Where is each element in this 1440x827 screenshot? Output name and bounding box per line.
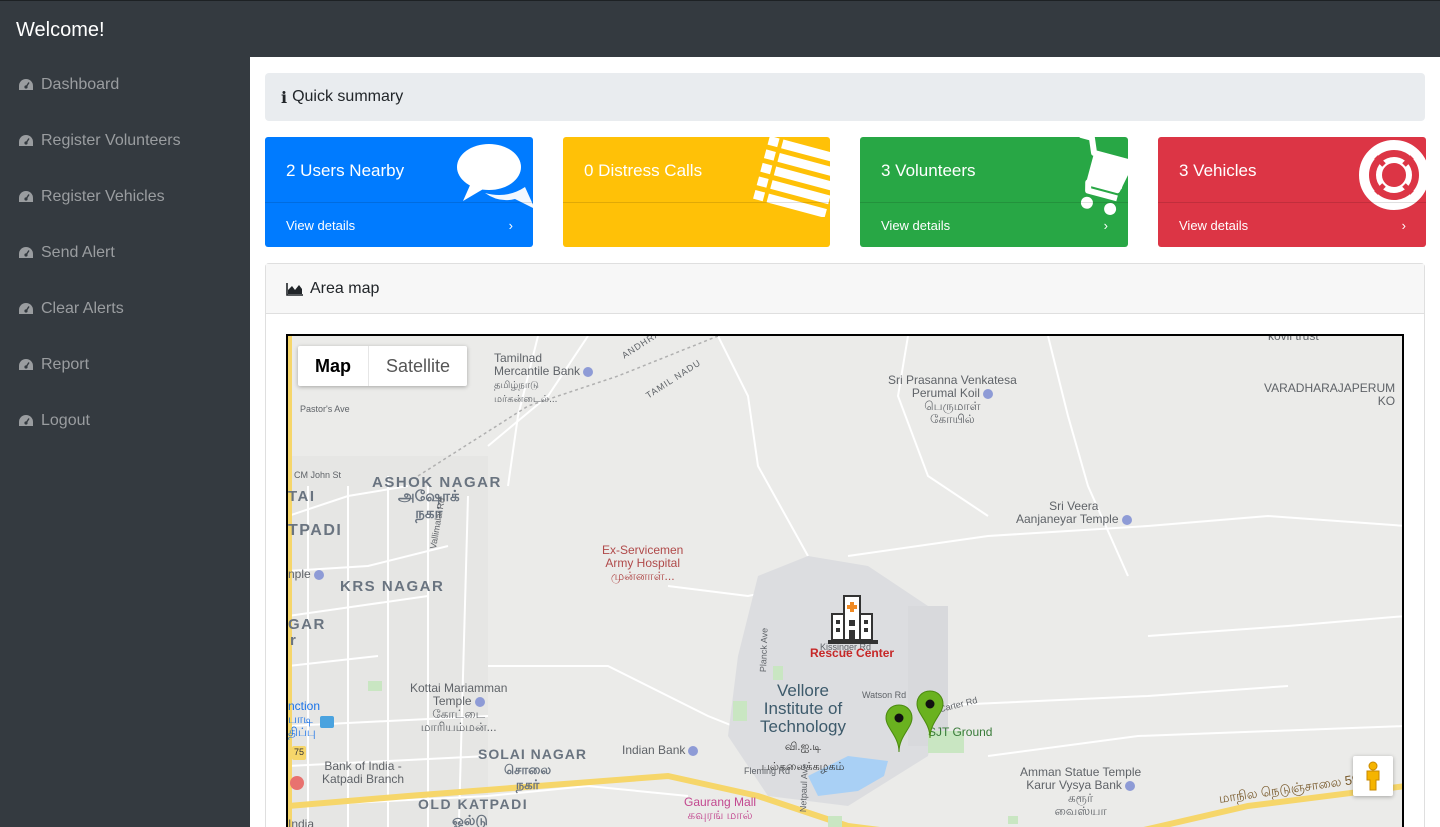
map-label-junction: nction பாடி திப்பு <box>288 699 321 739</box>
sidebar-item-label: Dashboard <box>41 76 120 93</box>
area-chart-icon <box>286 282 303 296</box>
sidebar-item-label: Send Alert <box>41 244 115 261</box>
map-label-solai-nagar: SOLAI NAGAR <box>478 746 587 762</box>
map-pin-marker[interactable] <box>885 704 913 754</box>
google-map[interactable]: Tamilnad Mercantile Bank தமிழ்நாடு மர்கன்டை… <box>286 334 1404 827</box>
chevron-right-icon: › <box>1103 217 1108 233</box>
volunteers-title: 3 Volunteers <box>881 161 976 180</box>
vehicles-view-details[interactable]: View details › <box>1158 202 1426 247</box>
map-label-solai-nagar-ta: சொலை நகர் <box>504 762 552 792</box>
sidebar-item-label: Register Vehicles <box>41 188 165 205</box>
map-label-cm-john-st: CM John St <box>294 470 342 480</box>
map-label-vit: Vellore Institute of Technology வி.ஐ.டி பல்க… <box>760 681 847 774</box>
map-label-old-katpadi: OLD KATPADI <box>418 796 529 812</box>
view-details-label: View details <box>286 217 356 233</box>
tachometer-icon <box>19 247 33 258</box>
map-label-nple: nple <box>288 568 324 581</box>
map-label-tpadi: TPADI <box>288 522 343 539</box>
map-label-ashok-nagar-ta: அஷோக் நகர் <box>398 488 460 522</box>
top-navbar: Welcome! <box>0 0 1440 57</box>
rescue-center-label: Rescue Center <box>810 646 895 660</box>
volunteers-card: 3 Volunteers View details › <box>860 137 1128 247</box>
map-pin-marker[interactable] <box>916 690 944 740</box>
map-label-r: r <box>290 632 298 649</box>
sidebar-item-dashboard[interactable]: Dashboard <box>18 73 119 97</box>
vehicles-title: 3 Vehicles <box>1179 161 1257 180</box>
map-label-tmb: Tamilnad Mercantile Bank தமிழ்நாடு மர்கன்டை… <box>494 352 594 406</box>
navbar-brand[interactable]: Welcome! <box>16 19 105 42</box>
map-type-satellite-button[interactable]: Satellite <box>368 346 467 386</box>
info-icon: i <box>281 87 288 107</box>
map-label-route-75: 75 <box>294 747 305 757</box>
sidebar-item-send-alert[interactable]: Send Alert <box>18 241 115 265</box>
sidebar-item-register-volunteers[interactable]: Register Volunteers <box>18 129 181 153</box>
area-map-header: Area map <box>266 264 1424 314</box>
map-label-amman-statue: Amman Statue Temple Karur Vysya Bank கரூர்… <box>1020 765 1142 818</box>
chevron-right-icon: › <box>1401 217 1406 233</box>
hospital-building-icon[interactable] <box>828 592 878 646</box>
street-view-pegman[interactable] <box>1353 756 1393 796</box>
distress-calls-footer[interactable] <box>563 202 830 247</box>
map-label-watson-rd: Watson Rd <box>862 690 907 700</box>
map-label-prasanna: Sri Prasanna Venkatesa Perumal Koil பெருமா… <box>888 373 1017 426</box>
tachometer-icon <box>19 191 33 202</box>
map-label-gaurang-mall: Gaurang Mall கவுரங் மால் <box>684 795 757 822</box>
map-type-control: Map Satellite <box>298 346 468 386</box>
tachometer-icon <box>19 135 33 146</box>
users-nearby-title: 2 Users Nearby <box>286 161 405 180</box>
map-type-map-button[interactable]: Map <box>298 346 368 386</box>
sidebar-item-clear-alerts[interactable]: Clear Alerts <box>18 297 124 321</box>
area-map-card: Area map Tamilnad Mercantile Bank தமிழ்ந… <box>265 263 1425 827</box>
map-label-pastors-ave: Pastor's Ave <box>300 404 350 414</box>
tachometer-icon <box>19 415 33 426</box>
sidebar-item-label: Report <box>41 356 90 373</box>
users-nearby-card: 2 Users Nearby View details › <box>265 137 533 247</box>
quick-summary-title: Quick summary <box>292 88 404 105</box>
sidebar-item-register-vehicles[interactable]: Register Vehicles <box>18 185 165 209</box>
vehicles-card: 3 Vehicles View details › <box>1158 137 1426 247</box>
view-details-label: View details <box>881 217 951 233</box>
sidebar-item-label: Clear Alerts <box>41 300 124 317</box>
main-content: i Quick summary 2 Users Nearby View deta… <box>250 57 1440 827</box>
area-map-title: Area map <box>310 279 380 297</box>
map-label-gar: GAR <box>288 616 326 633</box>
map-label-kovil-trust: kovil trust <box>1268 334 1319 343</box>
sidebar: Dashboard Register Volunteers Register V… <box>0 57 250 827</box>
map-label-netpaul-ave: Netpaul Ave <box>798 763 810 813</box>
map-label-planck-ave: Planck Ave <box>758 627 770 673</box>
view-details-label: View details <box>1179 217 1249 233</box>
sidebar-item-logout[interactable]: Logout <box>18 409 90 433</box>
map-label-krs-nagar: KRS NAGAR <box>340 578 445 595</box>
map-label-fleming-rd: Fleming Rd <box>744 766 791 776</box>
distress-calls-card: 0 Distress Calls <box>563 137 830 247</box>
chevron-right-icon: › <box>508 217 513 233</box>
pegman-icon <box>1366 761 1380 791</box>
map-label-tai: TAI <box>288 488 316 505</box>
map-label-varadha: VARADHARAJAPERUM KO <box>1264 381 1396 408</box>
quick-summary-header: i Quick summary <box>265 73 1425 121</box>
map-label-bank-of-india: Bank of India - Katpadi Branch <box>322 759 405 786</box>
map-label-sri-veera: Sri Veera Aanjaneyar Temple <box>1016 500 1132 526</box>
tachometer-icon <box>19 79 33 90</box>
map-label-indian-bank: Indian Bank <box>622 744 699 757</box>
tachometer-icon <box>19 359 33 370</box>
map-label-kottai: Kottai Mariamman Temple கோட்டை மாரியம்மன்..… <box>410 681 508 734</box>
map-label-army-hospital: Ex-Servicemen Army Hospital முன்னாள்... <box>602 543 684 583</box>
sidebar-item-label: Logout <box>41 412 90 429</box>
users-nearby-view-details[interactable]: View details › <box>265 202 533 247</box>
sidebar-item-report[interactable]: Report <box>18 353 89 377</box>
distress-calls-title: 0 Distress Calls <box>584 161 703 180</box>
map-label-india: India <box>288 817 315 827</box>
map-label-old-katpadi-ta: ஓல்டு <box>452 812 488 827</box>
tachometer-icon <box>19 303 33 314</box>
volunteers-view-details[interactable]: View details › <box>860 202 1128 247</box>
sidebar-item-label: Register Volunteers <box>41 132 181 149</box>
